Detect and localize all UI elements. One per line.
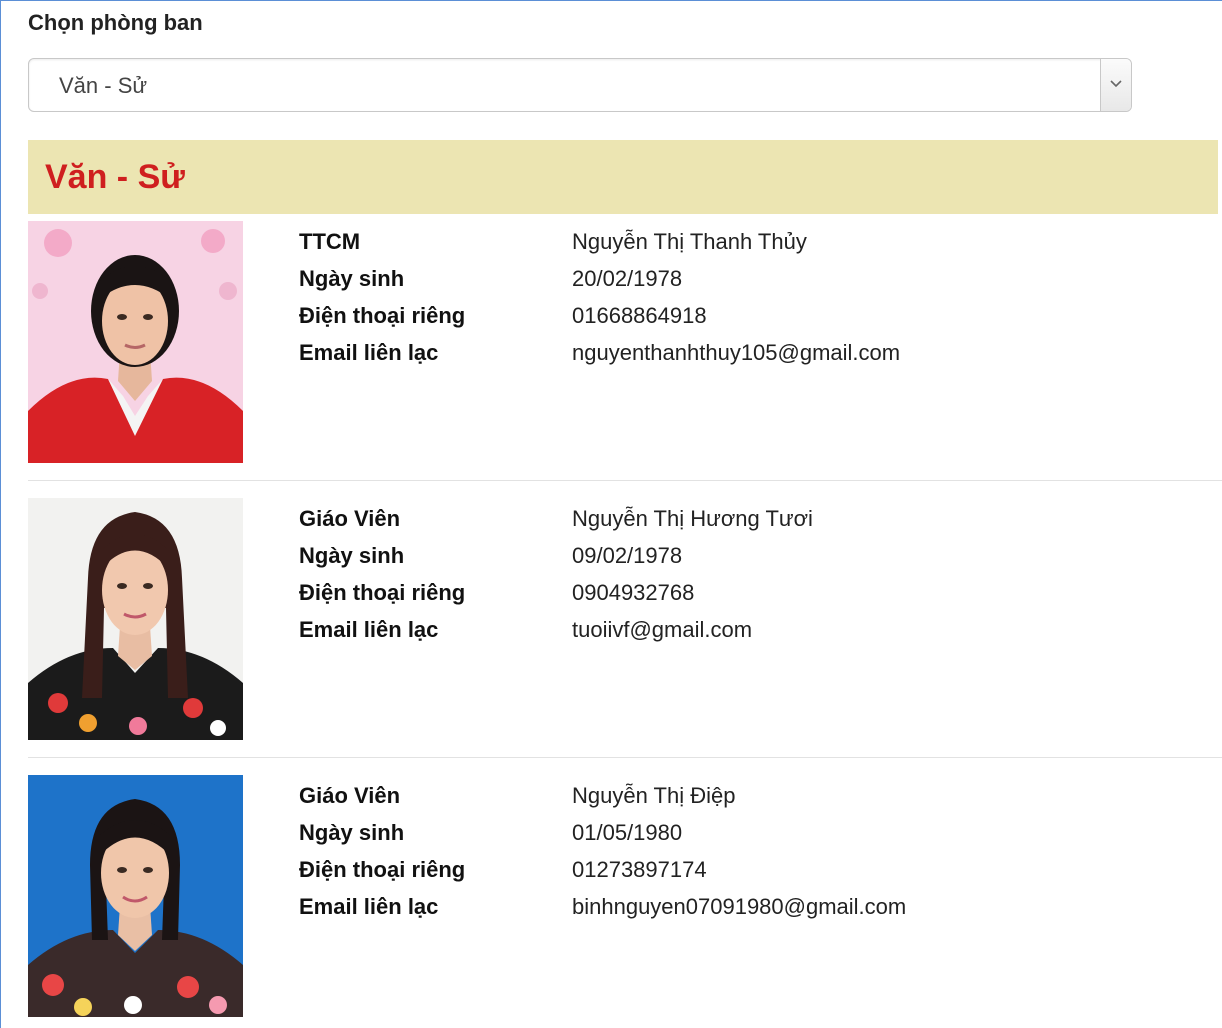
email-address: nguyenthanhthuy105@gmail.com xyxy=(572,340,901,365)
department-select[interactable]: Văn - Sử xyxy=(28,58,1132,112)
chevron-down-icon[interactable] xyxy=(1100,59,1131,111)
row-divider xyxy=(28,757,1222,758)
role-label: Giáo Viên xyxy=(299,783,401,808)
email-address: tuoiivf@gmail.com xyxy=(572,617,753,642)
department-title: Văn - Sử xyxy=(45,158,185,196)
staff-name: Nguyễn Thị Hương Tươi xyxy=(572,506,813,531)
window-left-border xyxy=(0,0,1,1028)
staff-name: Nguyễn Thị Thanh Thủy xyxy=(572,229,807,254)
phone-label: Điện thoại riêng xyxy=(299,303,466,328)
birth-label: Ngày sinh xyxy=(299,543,405,568)
role-label: TTCM xyxy=(299,229,361,254)
email-label: Email liên lạc xyxy=(299,894,439,919)
staff-name: Nguyễn Thị Điệp xyxy=(572,783,736,808)
phone-number: 01273897174 xyxy=(572,857,707,882)
select-department-label: Chọn phòng ban xyxy=(28,10,203,35)
staff-photo xyxy=(28,221,243,463)
birth-date: 01/05/1980 xyxy=(572,820,683,845)
role-label: Giáo Viên xyxy=(299,506,401,531)
phone-number: 0904932768 xyxy=(572,580,695,605)
staff-photo xyxy=(28,775,243,1017)
email-address: binhnguyen07091980@gmail.com xyxy=(572,894,907,919)
department-header: Văn - Sử xyxy=(28,140,1218,214)
birth-label: Ngày sinh xyxy=(299,820,405,845)
row-divider xyxy=(28,480,1222,481)
window-top-border xyxy=(0,0,1222,1)
email-label: Email liên lạc xyxy=(299,340,439,365)
birth-date: 09/02/1978 xyxy=(572,543,683,568)
phone-label: Điện thoại riêng xyxy=(299,857,466,882)
department-select-value: Văn - Sử xyxy=(59,73,148,98)
birth-date: 20/02/1978 xyxy=(572,266,683,291)
phone-number: 01668864918 xyxy=(572,303,707,328)
staff-photo xyxy=(28,498,243,740)
email-label: Email liên lạc xyxy=(299,617,439,642)
birth-label: Ngày sinh xyxy=(299,266,405,291)
phone-label: Điện thoại riêng xyxy=(299,580,466,605)
